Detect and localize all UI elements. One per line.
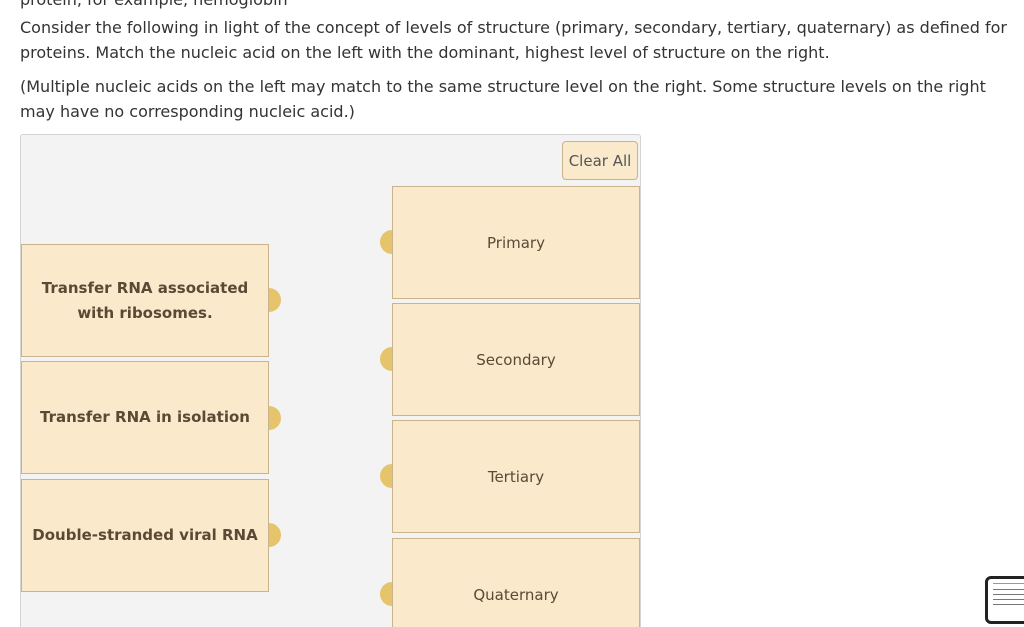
target-tertiary[interactable]: Tertiary <box>392 420 640 533</box>
clear-all-button[interactable]: Clear All <box>562 141 638 180</box>
draggable-viral-rna[interactable]: Double-stranded viral RNA <box>21 479 269 592</box>
matching-question: protein, for example, hemoglobin Conside… <box>0 0 1024 627</box>
draggable-label: Transfer RNA associated with ribosomes. <box>41 278 249 322</box>
draggable-label: Transfer RNA in isolation <box>40 408 250 426</box>
page-thumbnail-icon[interactable] <box>985 576 1024 624</box>
draggable-label: Double-stranded viral RNA <box>32 526 258 544</box>
draggable-trna-isolation[interactable]: Transfer RNA in isolation <box>21 361 269 474</box>
question-instruction: Consider the following in light of the c… <box>20 18 1007 62</box>
target-secondary[interactable]: Secondary <box>392 303 640 416</box>
draggable-trna-ribosomes[interactable]: Transfer RNA associated with ribosomes. <box>21 244 269 357</box>
target-quaternary[interactable]: Quaternary <box>392 538 640 627</box>
question-note: (Multiple nucleic acids on the left may … <box>20 77 986 121</box>
question-prior-text: protein, for example, hemoglobin <box>20 0 288 8</box>
target-primary[interactable]: Primary <box>392 186 640 299</box>
